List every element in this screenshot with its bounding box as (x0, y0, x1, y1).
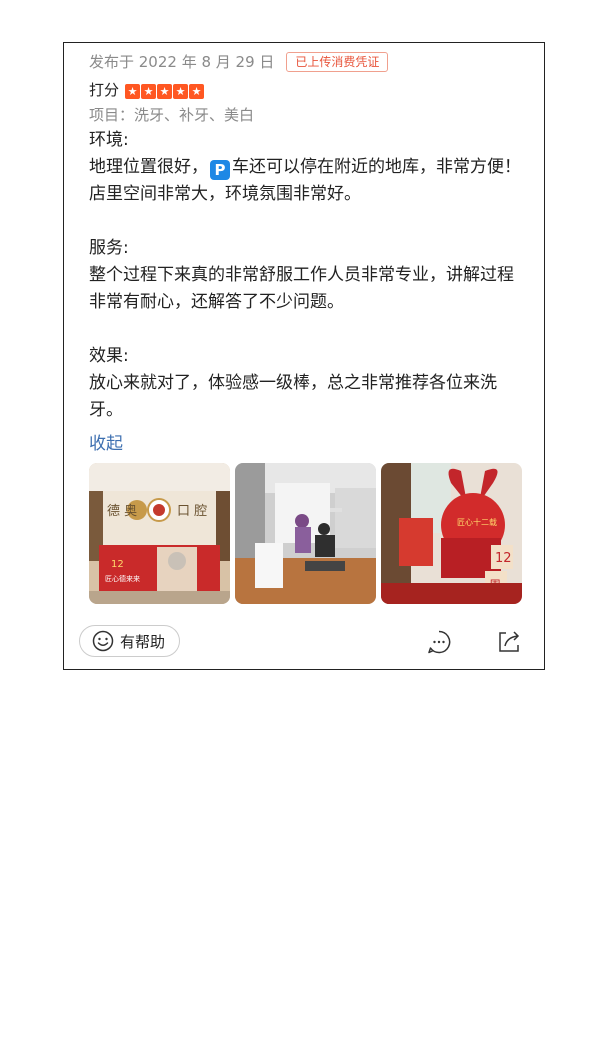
clinic-reception-photo[interactable]: 德 奥 口 腔 12 匠心德来来 (89, 463, 230, 604)
env-title: 环境: (89, 130, 129, 150)
svg-text:匠心德来来: 匠心德来来 (105, 574, 140, 583)
review-footer: 有帮助 (64, 623, 544, 663)
dental-treatment-photo[interactable] (235, 463, 376, 604)
star-icon: ★ (173, 84, 189, 99)
svg-text:德 奥: 德 奥 (107, 504, 137, 519)
svg-text:12: 12 (111, 559, 124, 570)
service-items: 项目：洗牙、补牙、美白 (89, 106, 255, 124)
svg-text:匠心十二载: 匠心十二载 (457, 517, 497, 527)
effect-title: 效果: (89, 346, 129, 366)
helpful-button[interactable]: 有帮助 (79, 625, 181, 657)
env-text: 地理位置很好， P 车还可以停在附近的地库，非常方便！店里空间非常大，环境氛围非常好… (89, 154, 529, 208)
review-body: 环境: 地理位置很好， P 车还可以停在附近的地库，非常方便！店里空间非常大，环境氛… (89, 127, 529, 424)
receipt-badge: 已上传消费凭证 (286, 51, 389, 72)
effect-text: 放心来就对了，体验感一级棒，总之非常推荐各位来洗牙。 (89, 373, 497, 420)
anniversary-display-photo[interactable]: 匠心十二载 12 周 (381, 463, 522, 604)
service-title: 服务: (89, 238, 129, 258)
env-text-pre: 地理位置很好， (89, 157, 208, 177)
parking-icon: P (210, 160, 230, 180)
review-date: 发布于 2022 年 8 月 29 日 (89, 53, 275, 71)
star-rating: ★ ★ ★ ★ ★ (125, 80, 205, 99)
review-card: 发布于 2022 年 8 月 29 日 已上传消费凭证 打分 ★ ★ ★ ★ ★ 项目：… (63, 42, 545, 670)
collapse-link[interactable]: 收起 (89, 429, 123, 454)
photo-gallery: 德 奥 口 腔 12 匠心德来来 匠心十二载 12 (89, 463, 522, 604)
score-label: 打分 (89, 81, 120, 99)
service-text: 整个过程下来真的非常舒服工作人员非常专业，讲解过程非常有耐心，还解答了不少问题。 (89, 265, 514, 312)
helpful-label: 有帮助 (120, 632, 166, 651)
share-icon[interactable] (496, 629, 522, 655)
comment-icon[interactable] (426, 629, 452, 655)
star-icon: ★ (157, 84, 173, 99)
star-icon: ★ (141, 84, 157, 99)
review-meta: 发布于 2022 年 8 月 29 日 已上传消费凭证 (89, 51, 389, 72)
svg-text:12: 12 (495, 551, 512, 566)
star-icon: ★ (125, 84, 141, 99)
score-row: 打分 ★ ★ ★ ★ ★ (89, 79, 205, 100)
smile-icon (92, 630, 114, 652)
svg-text:口 腔: 口 腔 (177, 504, 207, 519)
star-icon: ★ (189, 84, 205, 99)
